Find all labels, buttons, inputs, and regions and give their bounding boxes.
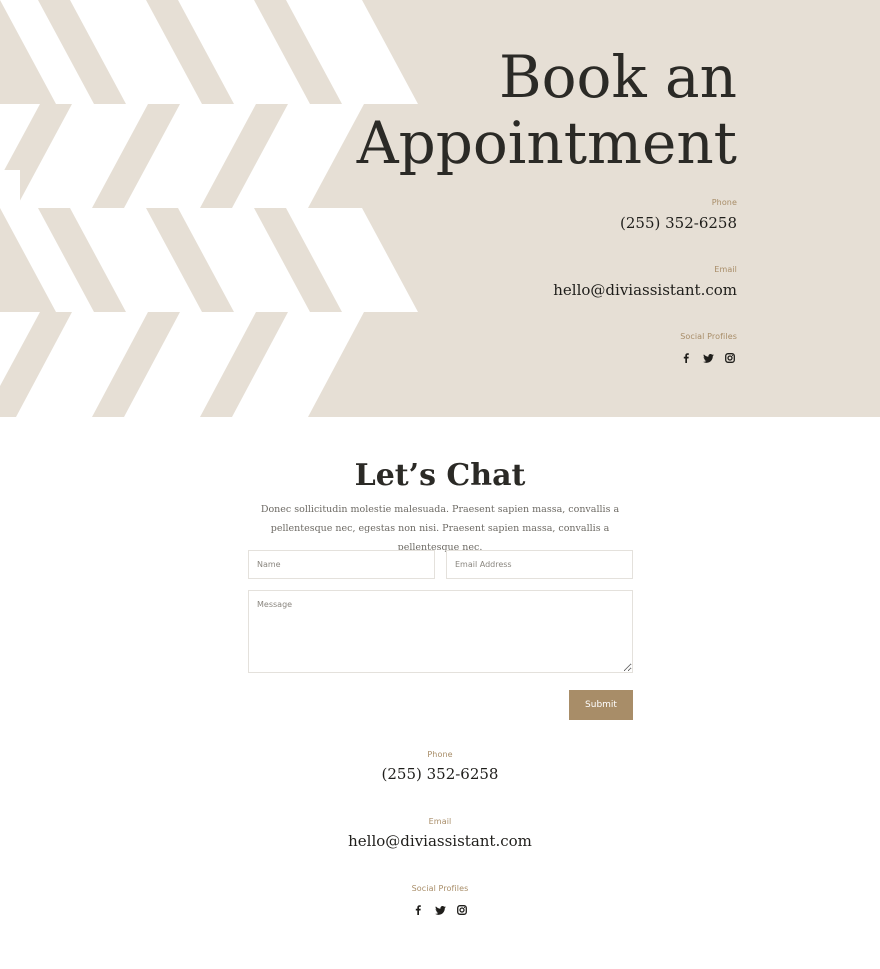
chat-description: Donec sollicitudin molestie malesuada. P… <box>260 504 620 553</box>
phone-number: (255) 352-6258 <box>381 765 499 783</box>
twitter-icon[interactable] <box>433 903 447 917</box>
social-icons <box>0 903 880 917</box>
message-textarea[interactable] <box>248 590 633 673</box>
phone-number: (255) 352-6258 <box>620 214 737 232</box>
facebook-icon[interactable] <box>679 351 693 365</box>
email-label: Email <box>714 265 737 274</box>
email-address: hello@diviassistant.com <box>553 281 737 299</box>
phone-label: Phone <box>427 750 453 759</box>
chat-email-block: Email hello@diviassistant.com <box>0 816 880 852</box>
instagram-icon[interactable] <box>455 903 469 917</box>
chat-phone-block: Phone (255) 352-6258 <box>0 749 880 785</box>
email-address: hello@diviassistant.com <box>348 832 532 850</box>
social-profiles-label: Social Profiles <box>680 332 737 341</box>
social-icons <box>437 351 737 365</box>
instagram-icon[interactable] <box>723 351 737 365</box>
page-title: Book an Appointment <box>356 43 737 177</box>
hero-section: Book an Appointment Phone (255) 352-6258… <box>0 0 880 417</box>
hero-social-block: Social Profiles <box>437 331 737 365</box>
hero-email-block: Email hello@diviassistant.com <box>437 264 737 301</box>
chat-title: Let’s Chat <box>354 458 526 493</box>
submit-button[interactable]: Submit <box>569 690 633 720</box>
social-profiles-label: Social Profiles <box>411 884 469 893</box>
hero-phone-block: Phone (255) 352-6258 <box>437 197 737 234</box>
facebook-icon[interactable] <box>411 903 425 917</box>
email-input[interactable] <box>446 550 633 579</box>
chat-social-block: Social Profiles <box>0 883 880 917</box>
phone-label: Phone <box>711 198 737 207</box>
email-label: Email <box>428 817 452 826</box>
name-input[interactable] <box>248 550 435 579</box>
twitter-icon[interactable] <box>701 351 715 365</box>
